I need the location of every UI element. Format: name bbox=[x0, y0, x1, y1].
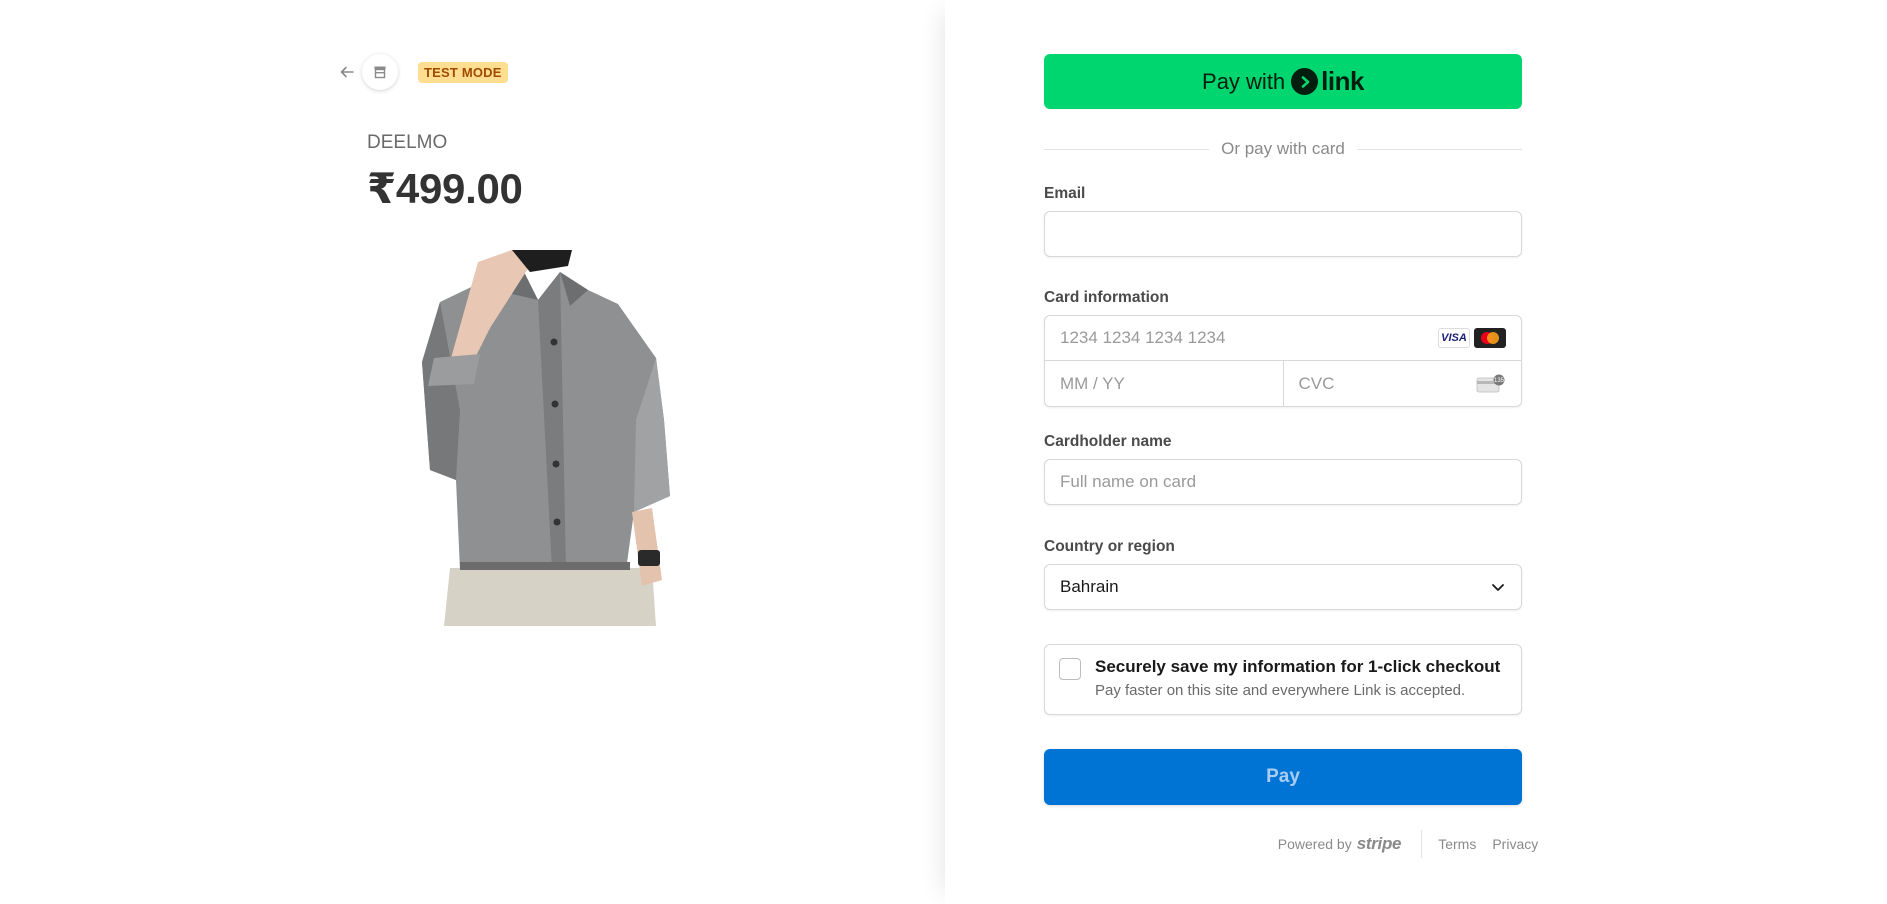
card-row-expiry-cvc: MM / YY CVC 135 bbox=[1045, 361, 1521, 406]
save-info-text: Securely save my information for 1-click… bbox=[1095, 657, 1500, 702]
email-label: Email bbox=[1044, 185, 1086, 202]
country-label: Country or region bbox=[1044, 538, 1175, 555]
email-group: Email bbox=[1044, 185, 1522, 257]
visa-icon: VISA bbox=[1438, 328, 1470, 348]
merchant-name: DEELMO bbox=[367, 132, 448, 153]
mastercard-icon bbox=[1474, 328, 1506, 348]
save-info-checkbox[interactable] bbox=[1059, 658, 1081, 680]
payment-panel: Pay with link Or pay with card Email Car… bbox=[945, 0, 1887, 904]
expiry-placeholder: MM / YY bbox=[1060, 373, 1125, 393]
card-info-box: 1234 1234 1234 1234 VISA MM / YY CVC 135 bbox=[1044, 315, 1522, 407]
link-arrow-icon bbox=[1291, 68, 1319, 95]
pay-button[interactable]: Pay bbox=[1044, 749, 1522, 805]
store-icon bbox=[362, 54, 398, 90]
pay-with-link-label: Pay with bbox=[1202, 68, 1286, 94]
link-brand-text: link bbox=[1321, 66, 1364, 96]
product-image bbox=[422, 250, 670, 626]
card-number-field[interactable]: 1234 1234 1234 1234 VISA bbox=[1045, 316, 1521, 361]
powered-by-label: Powered by bbox=[1277, 836, 1352, 852]
expiry-field[interactable]: MM / YY bbox=[1045, 361, 1284, 406]
powered-by[interactable]: Powered by stripe bbox=[1277, 834, 1402, 854]
terms-link[interactable]: Terms bbox=[1438, 836, 1476, 852]
product-summary-panel: TEST MODE DEELMO ₹499.00 bbox=[0, 0, 945, 904]
divider-line-left bbox=[1044, 148, 1210, 150]
country-group: Country or region Bahrain bbox=[1044, 538, 1522, 610]
divider-text: Or pay with card bbox=[1221, 139, 1345, 158]
card-info-group: Card information 1234 1234 1234 1234 VIS… bbox=[1044, 289, 1522, 407]
cardholder-group: Cardholder name Full name on card bbox=[1044, 433, 1522, 505]
card-info-label: Card information bbox=[1044, 289, 1169, 306]
privacy-link[interactable]: Privacy bbox=[1492, 836, 1538, 852]
or-divider: Or pay with card bbox=[1044, 139, 1523, 159]
footer: Powered by stripe Terms Privacy bbox=[945, 830, 1887, 858]
save-info-title: Securely save my information for 1-click… bbox=[1095, 657, 1501, 676]
country-selected-value: Bahrain bbox=[1060, 577, 1119, 596]
card-number-placeholder: 1234 1234 1234 1234 bbox=[1060, 328, 1226, 347]
cardholder-label: Cardholder name bbox=[1044, 433, 1172, 450]
cvc-card-icon: 135 bbox=[1476, 374, 1505, 392]
save-info-subtitle: Pay faster on this site and everywhere L… bbox=[1095, 682, 1466, 699]
cvc-field[interactable]: CVC 135 bbox=[1284, 361, 1522, 406]
svg-text:135: 135 bbox=[1494, 378, 1505, 384]
cardholder-placeholder: Full name on card bbox=[1060, 472, 1197, 491]
test-mode-badge: TEST MODE bbox=[418, 61, 508, 83]
payment-form: Pay with link Or pay with card Email Car… bbox=[1044, 54, 1523, 805]
pay-with-link-button[interactable]: Pay with link bbox=[1044, 54, 1522, 109]
email-field[interactable] bbox=[1044, 211, 1522, 257]
footer-separator bbox=[1421, 830, 1423, 858]
divider-line-right bbox=[1356, 148, 1523, 150]
product-price: ₹499.00 bbox=[367, 165, 523, 212]
cardholder-name-field[interactable]: Full name on card bbox=[1044, 459, 1522, 505]
cvc-placeholder: CVC bbox=[1298, 373, 1335, 393]
link-logo: link bbox=[1291, 66, 1364, 97]
chevron-down-icon bbox=[1492, 584, 1504, 591]
country-select[interactable]: Bahrain bbox=[1044, 564, 1522, 610]
stripe-logo: stripe bbox=[1356, 834, 1402, 853]
top-bar: TEST MODE bbox=[336, 54, 508, 90]
back-arrow-icon[interactable] bbox=[336, 61, 358, 83]
save-info-box: Securely save my information for 1-click… bbox=[1044, 644, 1522, 715]
